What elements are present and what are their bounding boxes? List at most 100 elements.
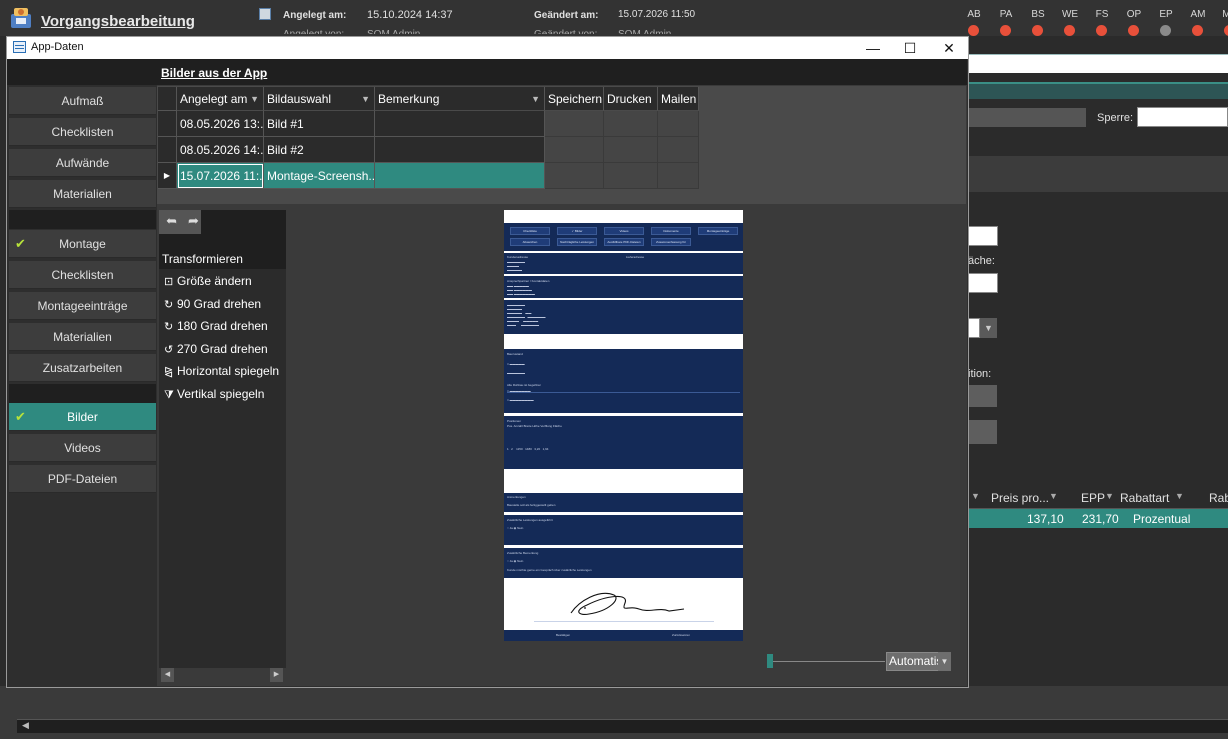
background-button[interactable] xyxy=(968,385,997,407)
grid-cell-date[interactable]: 08.05.2026 13:... xyxy=(177,111,264,137)
sidebar-item-zusatzarbeiten[interactable]: Zusatzarbeiten xyxy=(9,354,156,382)
transform-item[interactable]: ⧩ Vertikal spiegeln xyxy=(164,387,264,402)
sidebar-item-materialien[interactable]: Materialien xyxy=(9,323,156,351)
grid-header-rabatt[interactable]: Rab xyxy=(1209,491,1228,505)
undo-icon[interactable]: ➦ xyxy=(166,213,177,229)
shot-extra-title: Zusätzliche Leistungen ausgeführt xyxy=(507,518,553,522)
sidebar-item-montageeinträge[interactable]: Montageeinträge xyxy=(9,292,156,320)
sidebar-item-aufmaß[interactable]: Aufmaß xyxy=(9,87,156,115)
status-indicator-icon[interactable] xyxy=(968,25,979,36)
grid-cell-name[interactable]: Bild #1 xyxy=(264,111,375,137)
sidebar-item-materialien[interactable]: Materialien xyxy=(9,180,156,208)
shot-tab-button: Zusammenfassung für diesen Vorgang xyxy=(651,238,691,246)
status-indicator-icon[interactable] xyxy=(1000,25,1011,36)
status-indicator-icon[interactable] xyxy=(1224,25,1228,36)
status-indicator-icon[interactable] xyxy=(1128,25,1139,36)
grid-cell-name[interactable]: Montage-Screensh... xyxy=(264,163,375,189)
transform-item[interactable]: ↺ 270 Grad drehen xyxy=(164,342,268,356)
background-input-strip[interactable] xyxy=(968,54,1228,73)
grid-cell-note[interactable] xyxy=(375,137,545,163)
speichern-button[interactable] xyxy=(545,163,604,189)
shot-delivery-address: Lieferadresse xyxy=(626,255,645,259)
grid-cell-date[interactable]: 15.07.2026 11:... xyxy=(177,163,264,189)
status-indicator-icon[interactable] xyxy=(1096,25,1107,36)
minimize-button[interactable]: — xyxy=(855,38,891,58)
sidebar-item-pdf-dateien[interactable]: PDF-Dateien xyxy=(9,465,156,493)
status-indicator-icon[interactable] xyxy=(1160,25,1171,36)
status-indicator-icon[interactable] xyxy=(1192,25,1203,36)
filter-icon[interactable]: ▼ xyxy=(1105,491,1114,501)
redo-icon[interactable]: ➦ xyxy=(188,213,199,229)
flaeche-input[interactable] xyxy=(968,273,998,293)
scroll-left-icon[interactable]: ◀ xyxy=(22,720,29,731)
grid-header-speichern[interactable]: Speichern xyxy=(545,87,604,111)
close-button[interactable]: ✕ xyxy=(931,38,967,58)
background-field xyxy=(968,108,1086,127)
row-indicator[interactable]: ▶ xyxy=(158,163,177,189)
transform-item[interactable]: ⧎ Horizontal spiegeln xyxy=(164,364,279,378)
sidebar-item-checklisten[interactable]: Checklisten xyxy=(9,118,156,146)
grid-header-epp[interactable]: EPP xyxy=(1081,491,1105,505)
grid-header-angelegt-am[interactable]: Angelegt am ▼ xyxy=(177,87,264,111)
zoom-slider-thumb[interactable] xyxy=(767,654,773,668)
transform-item[interactable]: ↻ 180 Grad drehen xyxy=(164,319,268,333)
grid-header-mailen[interactable]: Mailen xyxy=(658,87,699,111)
grid-header-bildauswahl[interactable]: Bildauswahl ▼ xyxy=(264,87,375,111)
sidebar-item-checklisten[interactable]: Checklisten xyxy=(9,261,156,289)
background-button[interactable] xyxy=(968,420,997,444)
transform-scrollbar[interactable] xyxy=(159,668,286,682)
status-indicator-icon[interactable] xyxy=(1032,25,1043,36)
background-input[interactable] xyxy=(968,226,998,246)
scroll-left-icon[interactable]: ◀ xyxy=(161,668,174,682)
grid-cell-note[interactable] xyxy=(375,111,545,137)
filter-icon[interactable]: ▼ xyxy=(531,87,540,110)
row-indicator[interactable] xyxy=(158,111,177,137)
transform-item[interactable]: ↻ 90 Grad drehen xyxy=(164,297,261,311)
filter-icon[interactable]: ▼ xyxy=(1049,491,1058,501)
grid-header-preis[interactable]: Preis pro... xyxy=(991,491,1049,505)
shot-notes-text: Baustelle soll als fertiggestellt gelten xyxy=(507,503,556,507)
filter-icon[interactable]: ▼ xyxy=(361,87,370,110)
shot-positions-row: 1 2 1150 1480 3,20 1,94 xyxy=(507,447,549,451)
filter-icon[interactable]: ▼ xyxy=(971,491,980,501)
drucken-button[interactable] xyxy=(604,163,658,189)
filter-icon[interactable]: ▼ xyxy=(1175,491,1184,501)
transform-item[interactable]: ⊡ Größe ändern xyxy=(164,274,252,288)
grid-cell-note[interactable] xyxy=(375,163,545,189)
shot-tab-button: Nachträgliche Leistungen xyxy=(557,238,597,246)
grid-header-drucken[interactable]: Drucken xyxy=(604,87,658,111)
grid-cell-name[interactable]: Bild #2 xyxy=(264,137,375,163)
mailen-button[interactable] xyxy=(658,111,699,137)
sidebar-item-bilder[interactable]: ✔ Bilder xyxy=(9,403,156,431)
horizontal-scrollbar[interactable] xyxy=(17,719,1228,733)
speichern-button[interactable] xyxy=(545,111,604,137)
grid-cell-date[interactable]: 08.05.2026 14:... xyxy=(177,137,264,163)
window-titlebar[interactable]: App-Daten — ☐ ✕ xyxy=(7,37,968,59)
grid-header-rabattart[interactable]: Rabattart xyxy=(1120,491,1169,505)
dropdown-arrow-icon[interactable]: ▼ xyxy=(980,318,997,338)
chevron-down-icon[interactable]: ▼ xyxy=(938,652,951,671)
drucken-button[interactable] xyxy=(604,137,658,163)
sidebar-item-aufwände[interactable]: Aufwände xyxy=(9,149,156,177)
background-title[interactable]: Vorgangsbearbeitung xyxy=(41,13,195,30)
background-dropdown[interactable] xyxy=(968,318,980,338)
transform-item-label: Vertikal spiegeln xyxy=(177,387,265,401)
sidebar-item-montage[interactable]: ✔ Montage xyxy=(9,230,156,258)
maximize-button[interactable]: ☐ xyxy=(892,38,928,58)
sidebar-item-label: Montage xyxy=(59,237,106,251)
mailen-button[interactable] xyxy=(658,163,699,189)
sperre-input[interactable] xyxy=(1137,107,1228,127)
sidebar-item-videos[interactable]: Videos xyxy=(9,434,156,462)
scroll-right-icon[interactable]: ▶ xyxy=(270,668,283,682)
status-indicator-icon[interactable] xyxy=(1064,25,1075,36)
changed-label: Geändert am: xyxy=(534,10,599,21)
grid-header-bemerkung[interactable]: Bemerkung ▼ xyxy=(375,87,545,111)
status-flag-label: BS xyxy=(1031,9,1045,20)
speichern-button[interactable] xyxy=(545,137,604,163)
drucken-button[interactable] xyxy=(604,111,658,137)
check-icon: ✔ xyxy=(15,409,26,424)
zoom-slider-track[interactable] xyxy=(771,661,885,662)
row-indicator[interactable] xyxy=(158,137,177,163)
filter-icon[interactable]: ▼ xyxy=(250,87,259,110)
mailen-button[interactable] xyxy=(658,137,699,163)
